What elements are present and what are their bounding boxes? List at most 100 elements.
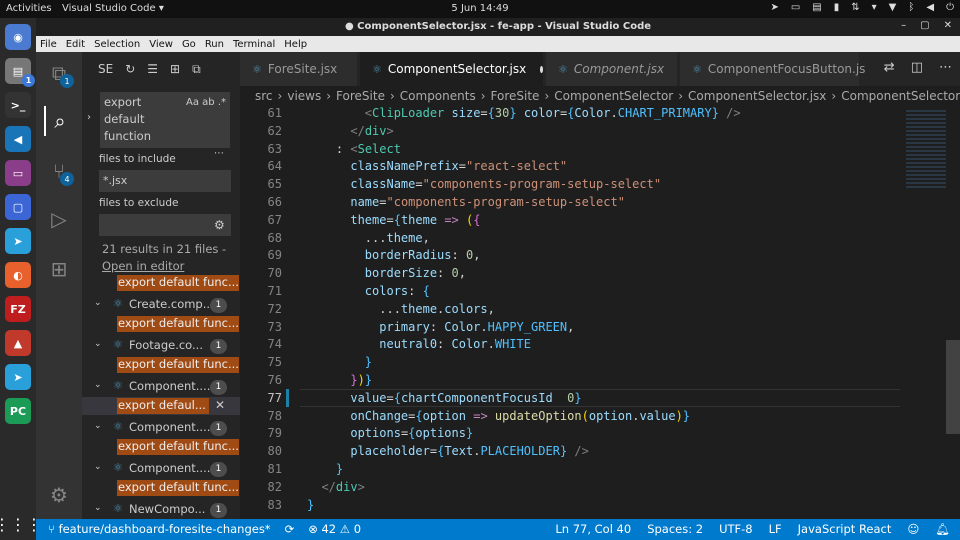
- tab-1[interactable]: ⚛ ComponentSelector.jsx: [360, 52, 544, 86]
- power-icon[interactable]: ⏻: [946, 2, 954, 13]
- result-match-row[interactable]: export default func...: [82, 356, 240, 374]
- breadcrumb-item[interactable]: ForeSite: [491, 89, 540, 103]
- clipboard-tray-icon[interactable]: ▤: [812, 2, 821, 13]
- code-line[interactable]: }: [307, 355, 372, 369]
- result-file-row[interactable]: ⌄ ⚛ Component.... 1: [82, 418, 240, 438]
- code-line[interactable]: }: [307, 498, 314, 512]
- close-icon[interactable]: ✕: [944, 20, 952, 31]
- code-line[interactable]: borderRadius: 0,: [307, 248, 481, 262]
- minimize-icon[interactable]: –: [901, 20, 906, 31]
- chevron-down-icon[interactable]: ⌄: [94, 380, 102, 390]
- search-icon[interactable]: ⌕: [44, 106, 74, 136]
- terminal-icon[interactable]: >_: [5, 92, 31, 118]
- menu-item-go[interactable]: Go: [182, 39, 196, 50]
- code-line[interactable]: value={chartComponentFocusId 0}: [307, 391, 581, 405]
- bluetooth-icon[interactable]: ᛒ: [908, 2, 914, 13]
- input-tray-icon[interactable]: ▾: [872, 2, 877, 13]
- result-match-row[interactable]: export default func...: [82, 274, 240, 292]
- screenshot-icon[interactable]: ▢: [5, 194, 31, 220]
- branch-indicator[interactable]: ⑂ feature/dashboard-foresite-changes*: [48, 522, 271, 536]
- telegram2-icon[interactable]: ➤: [5, 364, 31, 390]
- result-match-row[interactable]: export default func...: [82, 438, 240, 456]
- toggle-replace-chevron-icon[interactable]: ›: [87, 112, 91, 123]
- code-line[interactable]: neutral0: Color.WHITE: [307, 337, 531, 351]
- refresh-icon[interactable]: ↻: [125, 62, 135, 76]
- window-tray-icon[interactable]: ▭: [791, 2, 800, 13]
- code-line[interactable]: ...theme.colors,: [307, 302, 495, 316]
- result-match-row[interactable]: export defaul... ✕: [82, 397, 240, 415]
- code-line[interactable]: })}: [307, 373, 372, 387]
- wifi-icon[interactable]: ▼: [889, 2, 897, 13]
- sync-icon[interactable]: ⟳: [285, 522, 295, 536]
- result-file-row[interactable]: ⌄ ⚛ Component.... 1: [82, 459, 240, 479]
- maximize-icon[interactable]: ▢: [920, 20, 929, 31]
- chromium-icon[interactable]: ◉: [5, 24, 31, 50]
- new-search-editor-icon[interactable]: ⊞: [170, 62, 180, 76]
- breadcrumb-item[interactable]: ComponentSelector.jsx: [688, 89, 826, 103]
- search-input[interactable]: export default function Aa ab .*: [100, 92, 230, 148]
- result-match-row[interactable]: export default func...: [82, 315, 240, 333]
- vscode-icon[interactable]: ◀: [5, 126, 31, 152]
- breadcrumb-item[interactable]: ForeSite: [336, 89, 385, 103]
- redis-icon[interactable]: ▲: [5, 330, 31, 356]
- open-in-editor-link[interactable]: Open in editor: [102, 259, 184, 273]
- chevron-down-icon[interactable]: ⌄: [94, 421, 102, 431]
- code-editor[interactable]: 61 <ClipLoader size={30} color={Color.CH…: [240, 106, 902, 519]
- code-line[interactable]: </div>: [307, 124, 393, 138]
- breadcrumb-item[interactable]: ComponentSelector: [554, 89, 673, 103]
- include-input[interactable]: *.jsx: [99, 170, 231, 192]
- battery-tray-icon[interactable]: ▮: [834, 2, 840, 13]
- pycharm-icon[interactable]: PC: [5, 398, 31, 424]
- firefox-icon[interactable]: ◐: [5, 262, 31, 288]
- run-debug-icon[interactable]: ▷: [44, 204, 74, 234]
- tab-0[interactable]: ⚛ ForeSite.jsx: [240, 52, 358, 86]
- code-line[interactable]: name="components-program-setup-select": [307, 195, 625, 209]
- breadcrumb-item[interactable]: ComponentSelector: [841, 89, 960, 103]
- tab-3[interactable]: ⚛ ComponentFocusButton.js: [680, 52, 865, 86]
- code-line[interactable]: }: [307, 462, 343, 476]
- filezilla-icon[interactable]: FZ: [5, 296, 31, 322]
- split-editor-icon[interactable]: ◫: [911, 60, 923, 75]
- volume-icon[interactable]: ◀: [926, 2, 934, 13]
- result-file-row[interactable]: ⌄ ⚛ Create.comp... 1: [82, 295, 240, 315]
- use-exclude-settings-icon[interactable]: ⚙: [214, 218, 225, 232]
- code-line[interactable]: onChange={option => updateOption(option.…: [307, 409, 690, 423]
- compare-icon[interactable]: ⇄: [884, 60, 895, 75]
- menu-item-file[interactable]: File: [40, 39, 57, 50]
- code-line[interactable]: options={options}: [307, 426, 473, 440]
- code-line[interactable]: placeholder={Text.PLACEHOLDER} />: [307, 444, 589, 458]
- notifications-bell-icon[interactable]: 🔔︎: [935, 522, 950, 536]
- telegram-tray-icon[interactable]: ➤: [770, 2, 778, 13]
- code-line[interactable]: ...theme,: [307, 231, 430, 245]
- end-of-line[interactable]: LF: [769, 522, 782, 536]
- telegram-icon[interactable]: ➤: [5, 228, 31, 254]
- chevron-down-icon[interactable]: ⌄: [94, 503, 102, 513]
- menu-item-edit[interactable]: Edit: [66, 39, 85, 50]
- search-options[interactable]: Aa ab .*: [186, 94, 226, 111]
- menu-item-view[interactable]: View: [149, 39, 173, 50]
- clear-results-icon[interactable]: ☰: [147, 62, 158, 76]
- result-file-row[interactable]: ⌄ ⚛ Component.... 1: [82, 377, 240, 397]
- menu-item-run[interactable]: Run: [205, 39, 224, 50]
- code-line[interactable]: </div>: [307, 480, 364, 494]
- dismiss-match-icon[interactable]: ✕: [215, 398, 225, 412]
- result-file-row[interactable]: ⌄ ⚛ NewCompo... 1: [82, 500, 240, 520]
- system-tray[interactable]: ➤ ▭ ▤ ▮ ⇅ ▾ ▼ ᛒ ◀ ⏻: [770, 2, 954, 13]
- menu-item-terminal[interactable]: Terminal: [233, 39, 275, 50]
- code-line[interactable]: className="components-program-setup-sele…: [307, 177, 661, 191]
- tab-2[interactable]: ⚛ Component.jsx: [546, 52, 678, 86]
- feedback-icon[interactable]: ☺: [907, 522, 919, 536]
- indentation[interactable]: Spaces: 2: [647, 522, 703, 536]
- code-line[interactable]: : <Select: [307, 142, 401, 156]
- result-match-row[interactable]: export default func...: [82, 479, 240, 497]
- code-line[interactable]: primary: Color.HAPPY_GREEN,: [307, 320, 574, 334]
- code-line[interactable]: <ClipLoader size={30} color={Color.CHART…: [307, 106, 741, 120]
- show-apps-grid-icon[interactable]: ⋮⋮⋮: [0, 508, 42, 540]
- collapse-all-icon[interactable]: ⧉: [192, 62, 201, 77]
- breadcrumb-item[interactable]: Components: [400, 89, 476, 103]
- code-line[interactable]: classNamePrefix="react-select": [307, 159, 567, 173]
- breadcrumb-item[interactable]: views: [287, 89, 321, 103]
- problems-indicator[interactable]: ⊗ 42 ⚠ 0: [308, 522, 361, 536]
- explorer-icon[interactable]: ⧉ 1: [44, 58, 74, 88]
- menu-item-selection[interactable]: Selection: [94, 39, 140, 50]
